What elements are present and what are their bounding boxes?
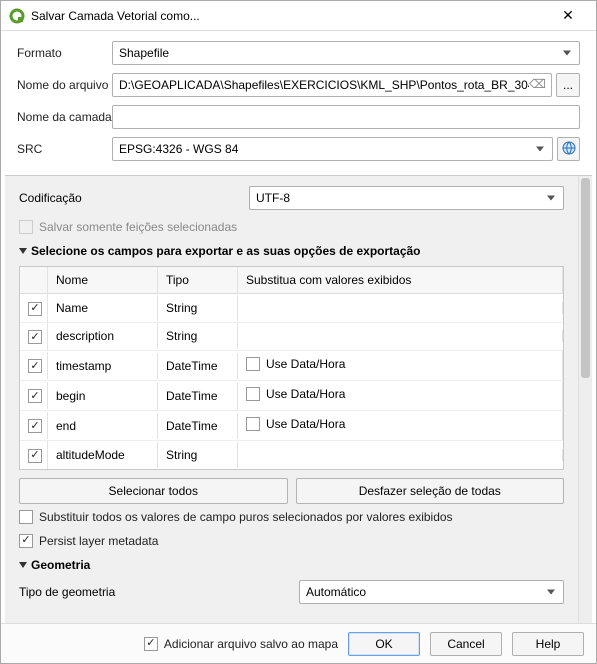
use-datetime-label: Use Data/Hora (266, 417, 345, 431)
field-type: String (158, 323, 238, 349)
layername-input[interactable] (112, 105, 580, 129)
use-datetime-checkbox[interactable] (246, 417, 260, 431)
window-title: Salvar Camada Vetorial como... (31, 9, 548, 23)
persist-metadata-label: Persist layer metadata (39, 534, 158, 548)
replace-all-checkbox[interactable] (19, 510, 33, 524)
browse-button[interactable]: ... (556, 73, 580, 97)
field-name: begin (48, 383, 158, 409)
field-replace-cell (238, 449, 563, 461)
use-datetime-label: Use Data/Hora (266, 387, 345, 401)
fields-table-header: Nome Tipo Substitua com valores exibidos (20, 267, 563, 294)
replace-all-row[interactable]: Substituir todos os valores de campo pur… (19, 510, 564, 524)
clear-filename-icon[interactable]: ⌫ (529, 77, 546, 91)
field-replace-cell: Use Data/Hora (238, 381, 563, 410)
field-name: altitudeMode (48, 442, 158, 468)
geometry-type-value: Automático (306, 585, 366, 599)
deselect-all-button[interactable]: Desfazer seleção de todas (296, 478, 565, 504)
field-type: DateTime (158, 413, 238, 439)
field-replace-cell (238, 302, 563, 314)
crs-value: EPSG:4326 - WGS 84 (119, 142, 238, 156)
table-row: ✓ descriptionString (20, 323, 563, 352)
vertical-scrollbar[interactable] (578, 176, 592, 623)
col-header-name: Nome (48, 267, 158, 293)
field-name: end (48, 413, 158, 439)
geometry-type-combo[interactable]: Automático (299, 580, 564, 604)
field-name: Name (48, 295, 158, 321)
ok-button[interactable]: OK (348, 632, 420, 656)
field-replace-cell: Use Data/Hora (238, 411, 563, 440)
geometry-group-header[interactable]: Geometria (19, 558, 564, 572)
add-to-map-label: Adicionar arquivo salvo ao mapa (164, 637, 338, 651)
filename-label: Nome do arquivo (17, 78, 112, 92)
geometry-type-label: Tipo de geometria (19, 585, 299, 599)
fields-group-title: Selecione os campos para exportar e as s… (31, 244, 421, 258)
select-crs-button[interactable] (557, 137, 580, 161)
selected-only-row: Salvar somente feições selecionadas (19, 220, 564, 234)
geometry-group-title: Geometria (31, 558, 90, 572)
save-vector-layer-dialog: Salvar Camada Vetorial como... ✕ Formato… (0, 0, 597, 664)
globe-icon (561, 140, 577, 159)
field-name: description (48, 323, 158, 349)
chevron-down-icon (19, 248, 27, 254)
table-row: ✓ timestampDateTime Use Data/Hora (20, 351, 563, 381)
encoding-label: Codificação (19, 191, 249, 205)
help-button[interactable]: Help (512, 632, 584, 656)
use-datetime-checkbox[interactable] (246, 357, 260, 371)
col-header-replace: Substitua com valores exibidos (238, 267, 563, 293)
col-header-type: Tipo (158, 267, 238, 293)
use-datetime-label: Use Data/Hora (266, 357, 345, 371)
format-combo[interactable]: Shapefile (112, 41, 580, 65)
titlebar: Salvar Camada Vetorial como... ✕ (1, 1, 596, 31)
table-row: ✓ NameString (20, 294, 563, 323)
layername-label: Nome da camada (17, 110, 112, 124)
encoding-combo[interactable]: UTF-8 (249, 186, 564, 210)
add-to-map-checkbox[interactable]: ✓ (144, 637, 158, 651)
cancel-button[interactable]: Cancel (430, 632, 502, 656)
format-value: Shapefile (119, 46, 169, 60)
close-button[interactable]: ✕ (548, 7, 588, 24)
persist-metadata-row[interactable]: ✓ Persist layer metadata (19, 534, 564, 548)
field-checkbox[interactable]: ✓ (28, 389, 42, 403)
persist-metadata-checkbox[interactable]: ✓ (19, 534, 33, 548)
qgis-icon (9, 8, 25, 24)
field-type: DateTime (158, 353, 238, 379)
use-datetime-checkbox[interactable] (246, 387, 260, 401)
field-replace-cell: Use Data/Hora (238, 351, 563, 380)
chevron-down-icon (19, 562, 27, 568)
field-checkbox[interactable]: ✓ (28, 330, 42, 344)
top-form: Formato Shapefile Nome do arquivo ⌫ ... … (1, 31, 596, 175)
dialog-footer: ✓ Adicionar arquivo salvo ao mapa OK Can… (1, 623, 596, 663)
ellipsis-icon: ... (563, 78, 573, 92)
encoding-value: UTF-8 (256, 191, 290, 205)
table-row: ✓ beginDateTime Use Data/Hora (20, 381, 563, 411)
field-type: String (158, 295, 238, 321)
fields-group-header[interactable]: Selecione os campos para exportar e as s… (19, 244, 564, 258)
table-row: ✓ altitudeModeString (20, 441, 563, 469)
crs-combo[interactable]: EPSG:4326 - WGS 84 (112, 137, 553, 161)
add-to-map-row[interactable]: ✓ Adicionar arquivo salvo ao mapa (144, 637, 338, 651)
scrollbar-thumb[interactable] (581, 178, 590, 378)
replace-all-label: Substituir todos os valores de campo pur… (39, 510, 453, 524)
field-replace-cell (238, 330, 563, 342)
field-type: DateTime (158, 383, 238, 409)
filename-input[interactable] (112, 73, 552, 97)
selected-only-checkbox (19, 220, 33, 234)
field-checkbox[interactable]: ✓ (28, 419, 42, 433)
src-label: SRC (17, 142, 112, 156)
fields-table: Nome Tipo Substitua com valores exibidos… (19, 266, 564, 470)
options-scrollpane: Codificação UTF-8 Salvar somente feições… (5, 175, 592, 623)
selected-only-label: Salvar somente feições selecionadas (39, 220, 237, 234)
field-name: timestamp (48, 353, 158, 379)
format-label: Formato (17, 46, 112, 60)
field-type: String (158, 442, 238, 468)
field-checkbox[interactable]: ✓ (28, 449, 42, 463)
field-checkbox[interactable]: ✓ (28, 359, 42, 373)
table-row: ✓ endDateTime Use Data/Hora (20, 411, 563, 441)
field-checkbox[interactable]: ✓ (28, 302, 42, 316)
select-all-button[interactable]: Selecionar todos (19, 478, 288, 504)
